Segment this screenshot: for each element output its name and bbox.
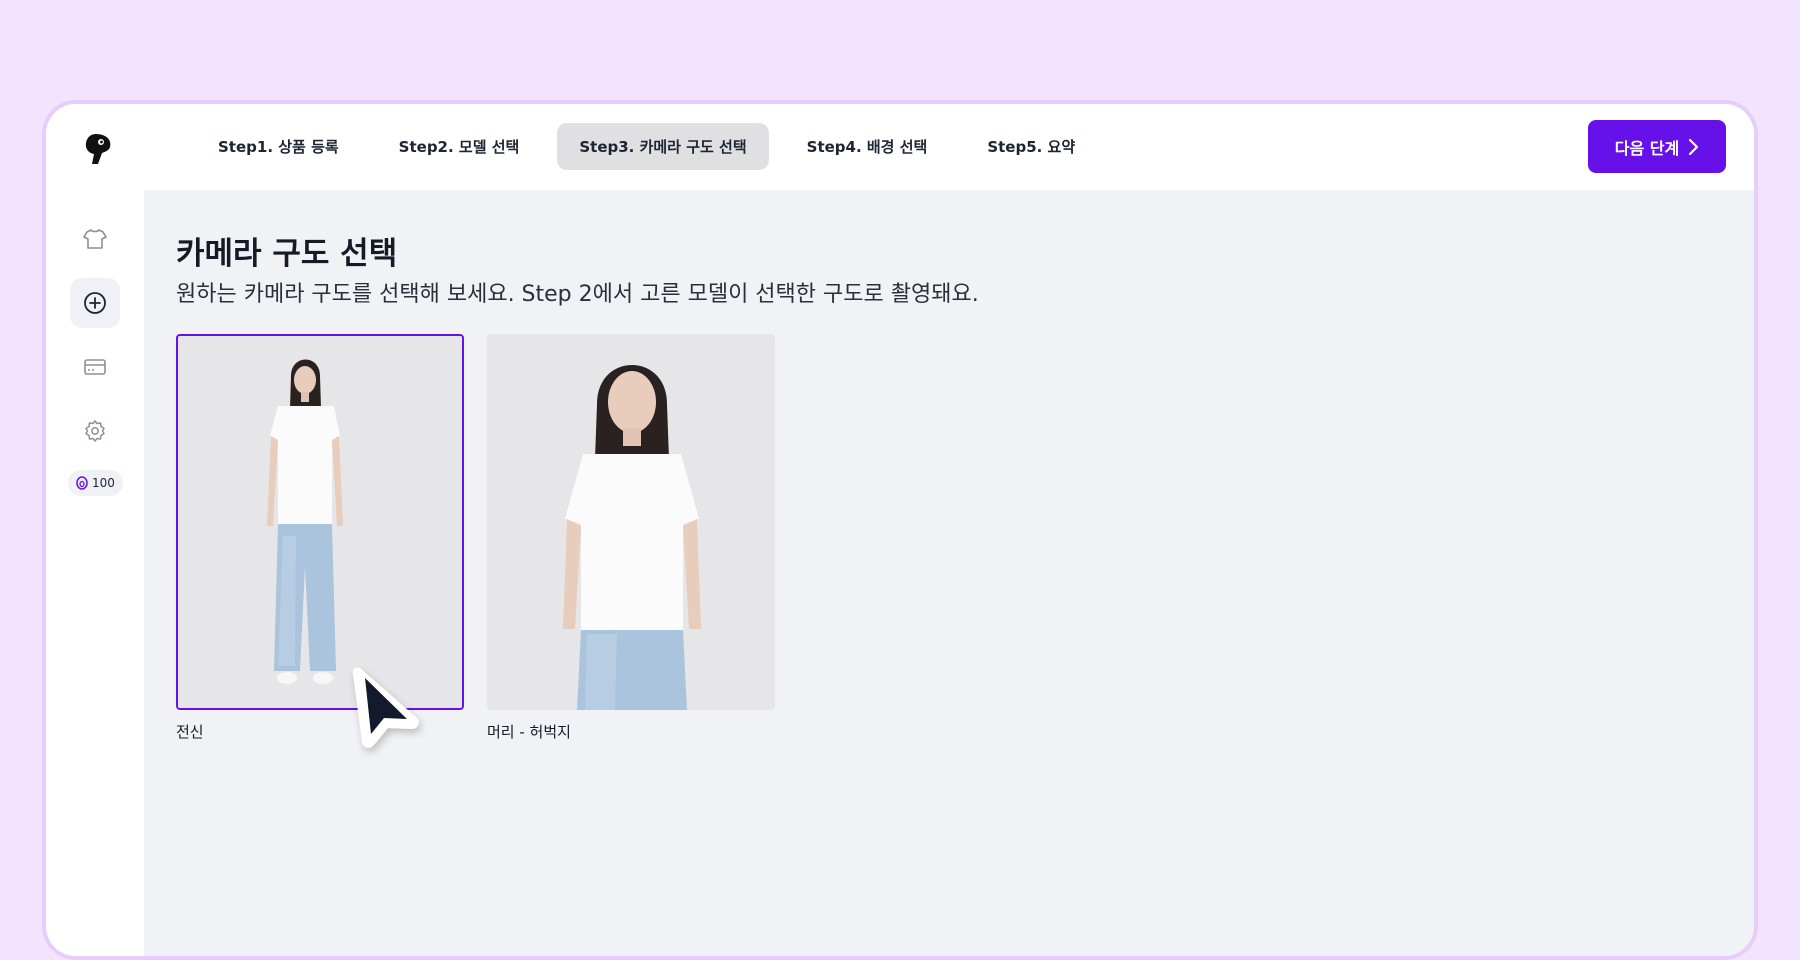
top-bar: Step1. 상품 등록 Step2. 모델 선택 Step3. 카메라 구도 … [46, 104, 1754, 190]
plus-circle-icon [84, 292, 106, 314]
page-subtitle: 원하는 카메라 구도를 선택해 보세요. Step 2에서 고른 모델이 선택한… [176, 282, 979, 307]
next-step-button[interactable]: 다음 단계 [1588, 120, 1726, 173]
credit-count: 100 [92, 476, 115, 490]
sidebar-item-products[interactable] [70, 214, 120, 264]
option-label: 머리 - 허벅지 [487, 723, 571, 741]
tab-step5[interactable]: Step5. 요약 [965, 123, 1097, 170]
sidebar-item-settings[interactable] [70, 406, 120, 456]
main-content: 카메라 구도 선택 원하는 카메라 구도를 선택해 보세요. Step 2에서 … [144, 190, 1754, 956]
mouse-cursor-icon [352, 667, 419, 748]
head-to-thigh-photo [487, 334, 775, 710]
sidebar-item-create[interactable] [70, 278, 120, 328]
tab-step1[interactable]: Step1. 상품 등록 [196, 123, 361, 170]
full-body-photo [176, 334, 464, 710]
tshirt-icon [83, 229, 107, 249]
tab-step3[interactable]: Step3. 카메라 구도 선택 [557, 123, 769, 170]
sidebar-item-billing[interactable] [70, 342, 120, 392]
gear-icon [85, 420, 105, 442]
next-step-label: 다음 단계 [1614, 138, 1680, 158]
logo-icon [85, 134, 111, 164]
chevron-right-icon [1689, 138, 1699, 155]
tab-step4[interactable]: Step4. 배경 선택 [785, 123, 950, 170]
app-window: Step1. 상품 등록 Step2. 모델 선택 Step3. 카메라 구도 … [42, 100, 1758, 960]
credit-coin-icon [76, 476, 88, 490]
credit-card-icon [84, 359, 106, 375]
credit-badge: 100 [68, 470, 123, 496]
page-title: 카메라 구도 선택 [176, 236, 398, 272]
tab-step2[interactable]: Step2. 모델 선택 [377, 123, 542, 170]
step-tabs: Step1. 상품 등록 Step2. 모델 선택 Step3. 카메라 구도 … [196, 123, 1113, 170]
option-head-to-thigh[interactable]: 머리 - 허벅지 [487, 334, 775, 742]
sidebar: 100 [46, 190, 144, 956]
